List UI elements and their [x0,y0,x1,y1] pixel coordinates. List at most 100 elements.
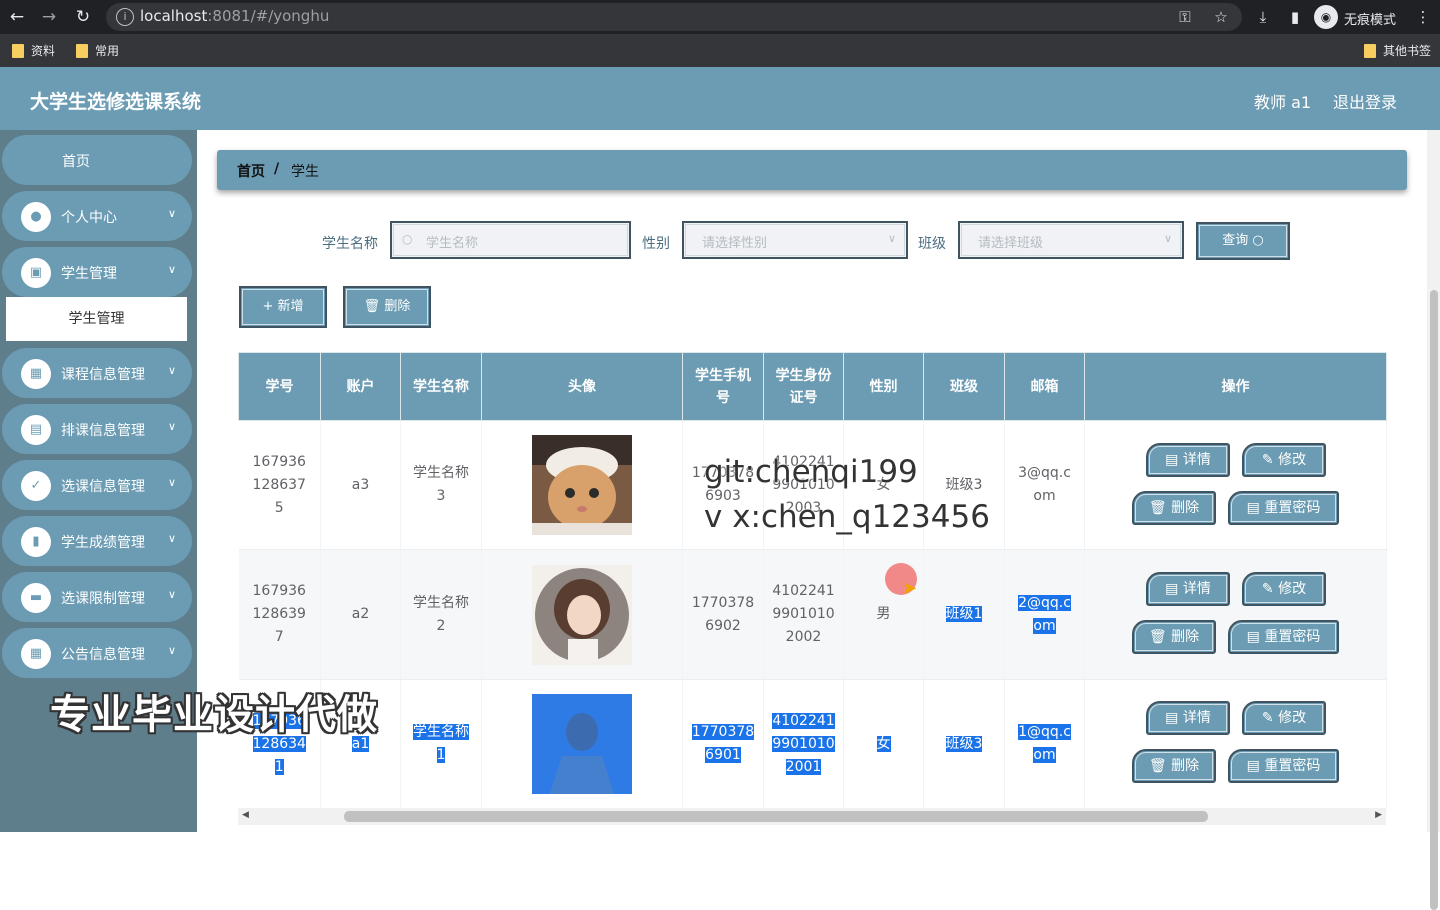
sidebar-item-limits[interactable]: ▬ 选课限制管理 ∨ [2,572,192,622]
chevron-down-icon: ∨ [168,420,177,433]
reset-password-button[interactable]: ▤ 重置密码 [1228,491,1339,525]
cell-name: 学生名称3 [400,420,482,550]
column-header: 学生手机号 [682,352,764,421]
sidebar-item-label: 公告信息管理 [61,647,145,663]
sidebar-item-schedule[interactable]: ▤ 排课信息管理 ∨ [2,404,192,454]
reset-password-button[interactable]: ▤ 重置密码 [1228,620,1339,654]
cell-phone: 17703786901 [682,679,764,809]
class-select[interactable]: 请选择班级 ∨ [958,221,1184,259]
avatar-girl [532,564,632,665]
detail-button-label: 详情 [1182,452,1211,468]
search-icon: ○ [402,232,413,246]
edit-button-label: 修改 [1278,452,1307,468]
reload-icon[interactable]: ↻ [72,6,94,28]
delete-button[interactable]: 🗑 删除 [1132,491,1216,525]
edit-button[interactable]: ✎ 修改 [1242,701,1326,735]
star-icon[interactable]: ☆ [1210,6,1232,28]
chevron-down-icon: ∨ [1163,232,1172,245]
back-icon[interactable]: ← [6,6,28,28]
info-icon[interactable]: i [116,8,134,26]
sidebar-item-courses[interactable]: ▦ 课程信息管理 ∨ [2,348,192,398]
table-row[interactable]: 1679361286397 a2 学生名称2 17703786902 41022… [238,549,1387,680]
edit-button[interactable]: ✎ 修改 [1242,443,1326,477]
query-button[interactable]: 查询 ○ [1196,222,1290,260]
cell-avatar [481,549,683,680]
table-row[interactable]: 1679361286341 a1 学生名称1 17703786901 41022… [238,679,1387,809]
chevron-down-icon: ∨ [168,588,177,601]
vertical-scrollbar[interactable] [1427,130,1440,910]
trash-icon: 🗑 [1148,500,1167,516]
edit-button[interactable]: ✎ 修改 [1242,572,1326,606]
current-user: 教师 a1 [1254,93,1312,112]
pencil-icon: ✎ [1261,581,1274,597]
cell-operations [1084,420,1387,550]
sidepanel-icon[interactable]: ▮ [1284,6,1306,28]
scroll-left-icon[interactable]: ◀ [242,810,249,820]
sidebar-item-label: 选课限制管理 [61,591,145,607]
clipboard-check-icon: ✓ [21,471,51,501]
delete-button[interactable]: 🗑 删除 [1132,749,1216,783]
sidebar-item-label: 课程信息管理 [61,367,145,383]
delete-button-label: 删除 [384,299,411,314]
detail-button[interactable]: ▤ 详情 [1146,572,1230,606]
trash-icon: 🗑 [1148,629,1167,645]
reset-password-label: 重置密码 [1264,758,1321,774]
detail-button[interactable]: ▤ 详情 [1146,701,1230,735]
scroll-right-icon[interactable]: ▶ [1375,810,1382,820]
delete-button[interactable]: 🗑 删除 [1132,620,1216,654]
sidebar-item-grades[interactable]: ▮ 学生成绩管理 ∨ [2,516,192,566]
scrollbar-thumb[interactable] [344,811,1208,822]
sidebar-item-selection[interactable]: ✓ 选课信息管理 ∨ [2,460,192,510]
bookmark-changyong[interactable]: 常用 [76,42,119,59]
menu-icon[interactable]: ⋮ [1412,6,1434,28]
logout-link[interactable]: 退出登录 [1333,89,1397,113]
cell-account: a3 [320,420,401,550]
submenu-student-management[interactable]: 学生管理 [6,297,187,341]
name-search-input[interactable]: ○ 学生名称 [390,221,631,259]
user-icon: ● [21,202,51,232]
gender-select[interactable]: 请选择性别 ∨ [682,221,908,259]
bookmark-other[interactable]: 其他书签 [1364,42,1431,59]
column-header: 学号 [238,352,321,421]
app-title: 大学生选修选课系统 [30,91,202,113]
column-header: 头像 [481,352,683,421]
cell-avatar [481,679,683,809]
bookmark-ziliao[interactable]: 资料 [12,42,55,59]
breadcrumb-home[interactable]: 首页 [237,161,265,181]
forward-icon[interactable]: → [38,6,60,28]
add-button-label: 新增 [277,299,304,314]
sidebar-item-label: 排课信息管理 [61,423,145,439]
key-icon[interactable]: ⚿ [1174,6,1196,28]
gender-filter-label: 性别 [642,236,670,252]
chevron-up-icon: ∨ [168,263,177,276]
incognito-icon[interactable]: ◉ [1314,5,1338,29]
grid-icon: ▦ [21,639,51,669]
name-search-placeholder: 学生名称 [426,236,479,251]
query-button-label: 查询 [1222,233,1249,248]
sidebar-item-students[interactable]: ▣ 学生管理 ∨ [2,247,192,297]
horizontal-scrollbar[interactable]: ◀ ▶ [238,808,1386,825]
download-icon[interactable]: ⤓ [1252,6,1274,28]
batch-delete-button[interactable]: 🗑 删除 [343,286,431,328]
document-icon: ▤ [1165,710,1179,726]
sidebar-item-profile[interactable]: ● 个人中心 ∨ [2,191,192,241]
detail-button[interactable]: ▤ 详情 [1146,443,1230,477]
document-icon: ▤ [1246,758,1260,774]
document-icon: ▤ [1246,629,1260,645]
cell-email: 1@qq.com [1004,679,1085,809]
column-header: 学生身份证号 [763,352,844,421]
grid-icon: ▦ [21,359,51,389]
cell-student-id: 1679361286397 [238,549,321,680]
address-bar[interactable]: i localhost:8081/#/yonghu ⚿ ☆ [106,3,1242,31]
browser-toolbar: ← → ↻ i localhost:8081/#/yonghu ⚿ ☆ ⤓ ▮ … [0,0,1440,34]
cell-name: 学生名称2 [400,549,482,680]
folder-icon [12,43,24,58]
reset-password-button[interactable]: ▤ 重置密码 [1228,749,1339,783]
scrollbar-thumb[interactable] [1430,290,1438,910]
folder-icon [76,43,88,58]
add-button[interactable]: + 新增 [239,286,327,328]
sidebar-item-home[interactable]: 首页 [2,135,192,185]
sidebar-item-notices[interactable]: ▦ 公告信息管理 ∨ [2,628,192,678]
cell-email-text: 2@qq.com [1018,594,1071,634]
column-header: 性别 [843,352,924,421]
